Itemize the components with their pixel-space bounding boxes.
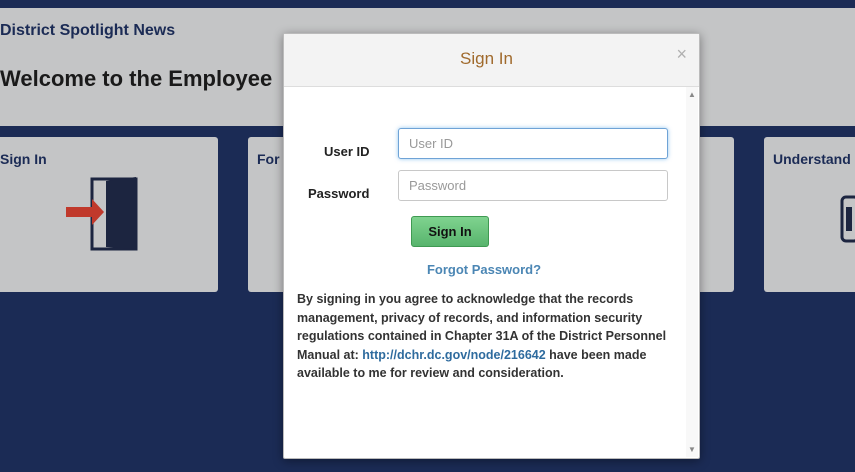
sign-in-modal: Sign In × ▲ ▼ User ID Password Sign In F… bbox=[283, 33, 700, 459]
user-id-input[interactable] bbox=[398, 128, 668, 159]
sign-in-button[interactable]: Sign In bbox=[411, 216, 489, 247]
tile-label: Understand bbox=[773, 151, 851, 167]
manual-link[interactable]: http://dchr.dc.gov/node/216642 bbox=[362, 348, 545, 362]
partial-icon bbox=[840, 195, 855, 243]
modal-title: Sign In bbox=[460, 49, 513, 68]
scroll-up-icon[interactable]: ▲ bbox=[688, 90, 696, 99]
modal-header: Sign In × bbox=[284, 34, 699, 87]
user-id-label: User ID bbox=[324, 144, 370, 159]
disclaimer-text: By signing in you agree to acknowledge t… bbox=[297, 290, 667, 383]
scroll-down-icon[interactable]: ▼ bbox=[688, 445, 696, 454]
password-input[interactable] bbox=[398, 170, 668, 201]
modal-scrollbar[interactable]: ▲ ▼ bbox=[686, 87, 698, 457]
forgot-password-link[interactable]: Forgot Password? bbox=[284, 262, 684, 277]
sign-in-door-icon bbox=[66, 177, 138, 251]
tile-label: Sign In bbox=[0, 151, 47, 167]
tile-sign-in[interactable]: Sign In bbox=[0, 137, 218, 292]
spotlight-news-link[interactable]: District Spotlight News bbox=[0, 22, 175, 40]
top-bar bbox=[0, 0, 855, 8]
welcome-heading: Welcome to the Employee bbox=[0, 66, 273, 91]
password-label: Password bbox=[308, 186, 370, 201]
tile-understand[interactable]: Understand bbox=[764, 137, 855, 292]
close-icon[interactable]: × bbox=[676, 44, 687, 65]
tile-label: For bbox=[257, 151, 280, 167]
